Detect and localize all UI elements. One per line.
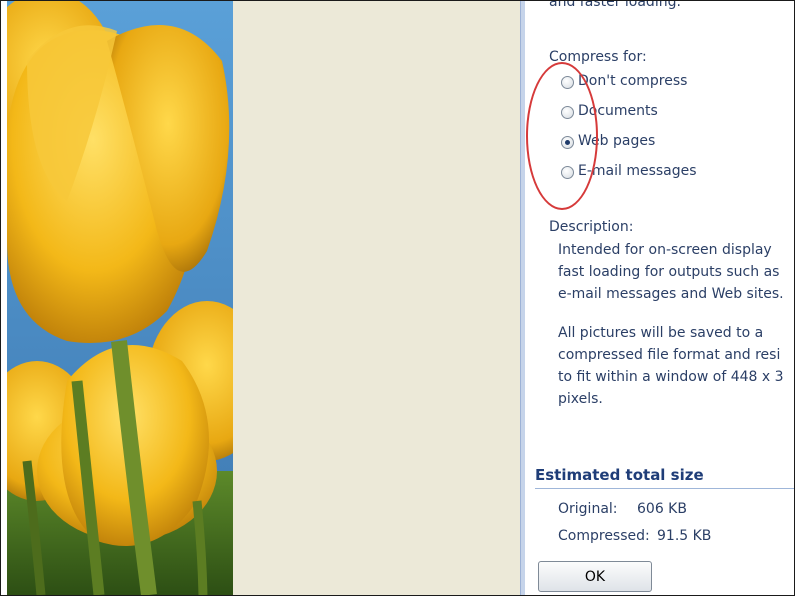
estimated-size-section: Estimated total size <box>535 463 794 489</box>
estimated-size-title: Estimated total size <box>535 466 704 484</box>
compressed-size-label: Compressed: <box>558 528 650 544</box>
radio-label-email-messages[interactable]: E-mail messages <box>578 163 697 179</box>
preview-photo <box>7 1 233 595</box>
description-line: e-mail messages and Web sites. <box>558 286 784 302</box>
red-circle-annotation <box>526 62 598 210</box>
cut-off-text: and faster loading. <box>549 0 681 10</box>
preview-area-background <box>233 1 520 595</box>
original-size-value: 606 KB <box>637 501 687 517</box>
ok-button[interactable]: OK <box>538 561 652 592</box>
compressed-size-value: 91.5 KB <box>657 528 712 544</box>
description-line: compressed file format and resi <box>558 347 781 363</box>
description-heading: Description: <box>549 219 634 235</box>
dialog-frame: and faster loading. Compress for: Don't … <box>0 0 795 596</box>
radio-label-dont-compress[interactable]: Don't compress <box>578 73 687 89</box>
description-line: All pictures will be saved to a <box>558 325 764 341</box>
original-size-label: Original: <box>558 501 618 517</box>
description-line: to fit within a window of 448 x 3 <box>558 369 784 385</box>
description-line: fast loading for outputs such as <box>558 264 780 280</box>
description-line: Intended for on-screen display <box>558 242 772 258</box>
tulip-image <box>7 1 233 595</box>
description-line: pixels. <box>558 391 603 407</box>
